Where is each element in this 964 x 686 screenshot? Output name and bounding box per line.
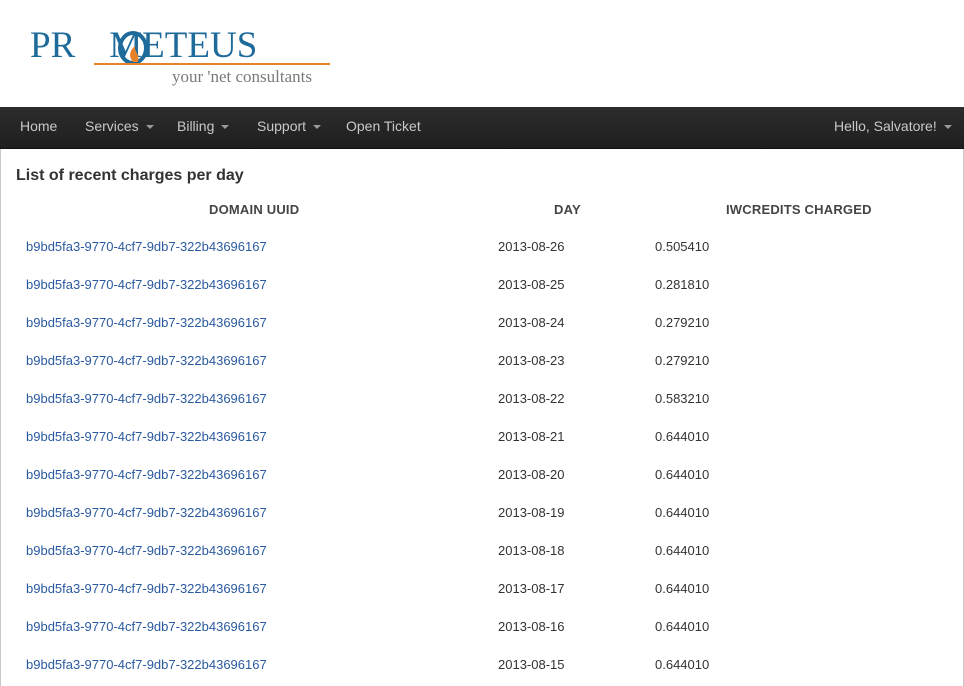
domain-uuid-link[interactable]: b9bd5fa3-9770-4cf7-9db7-322b43696167 [26,239,267,254]
user-greeting: Hello, Salvatore! [834,118,937,134]
site-header: PR METEUS your 'net consultants [0,0,964,107]
column-header-day: Day [554,202,581,217]
domain-uuid-link[interactable]: b9bd5fa3-9770-4cf7-9db7-322b43696167 [26,657,267,672]
main-navbar: Home Services Billing Support Open Ticke… [0,107,964,149]
table-row: b9bd5fa3-9770-4cf7-9db7-322b43696167 2013… [16,380,946,418]
column-header-domain-uuid: Domain UUID [209,202,300,217]
day-cell: 2013-08-17 [498,581,565,596]
flame-o-icon [118,31,148,65]
table-row: b9bd5fa3-9770-4cf7-9db7-322b43696167 2013… [16,532,946,570]
credits-cell: 0.644010 [655,429,710,444]
day-cell: 2013-08-22 [498,391,565,406]
uuid-cell: b9bd5fa3-9770-4cf7-9db7-322b43696167 [26,570,267,608]
table-row: b9bd5fa3-9770-4cf7-9db7-322b43696167 2013… [16,456,946,494]
uuid-cell: b9bd5fa3-9770-4cf7-9db7-322b43696167 [26,646,267,684]
day-cell: 2013-08-18 [498,543,565,558]
page-title: List of recent charges per day [16,167,244,184]
logo-word-left: PR [30,25,76,66]
logo-underline [94,63,330,65]
caret-down-icon [943,125,952,130]
uuid-cell: b9bd5fa3-9770-4cf7-9db7-322b43696167 [26,304,267,342]
logo-tagline: your 'net consultants [172,67,312,86]
uuid-cell: b9bd5fa3-9770-4cf7-9db7-322b43696167 [26,608,267,646]
prometheus-logo[interactable]: PR METEUS your 'net consultants [30,22,340,92]
domain-uuid-link[interactable]: b9bd5fa3-9770-4cf7-9db7-322b43696167 [26,315,267,330]
table-row: b9bd5fa3-9770-4cf7-9db7-322b43696167 2013… [16,266,946,304]
day-cell: 2013-08-16 [498,619,565,634]
credits-cell: 0.644010 [655,543,710,558]
table-row: b9bd5fa3-9770-4cf7-9db7-322b43696167 2013… [16,304,946,342]
nav-item-label: Services [85,118,139,134]
day-cell: 2013-08-20 [498,467,565,482]
credits-cell: 0.644010 [655,505,710,520]
uuid-cell: b9bd5fa3-9770-4cf7-9db7-322b43696167 [26,342,267,380]
domain-uuid-link[interactable]: b9bd5fa3-9770-4cf7-9db7-322b43696167 [26,581,267,596]
table-row: b9bd5fa3-9770-4cf7-9db7-322b43696167 2013… [16,418,946,456]
nav-item-label: Billing [177,118,215,134]
domain-uuid-link[interactable]: b9bd5fa3-9770-4cf7-9db7-322b43696167 [26,353,267,368]
table-row: b9bd5fa3-9770-4cf7-9db7-322b43696167 2013… [16,570,946,608]
table-row: b9bd5fa3-9770-4cf7-9db7-322b43696167 2013… [16,228,946,266]
uuid-cell: b9bd5fa3-9770-4cf7-9db7-322b43696167 [26,456,267,494]
table-row: b9bd5fa3-9770-4cf7-9db7-322b43696167 2013… [16,646,946,684]
user-menu[interactable]: Hello, Salvatore! [834,107,952,148]
day-cell: 2013-08-21 [498,429,565,444]
uuid-cell: b9bd5fa3-9770-4cf7-9db7-322b43696167 [26,532,267,570]
domain-uuid-link[interactable]: b9bd5fa3-9770-4cf7-9db7-322b43696167 [26,619,267,634]
credits-cell: 0.279210 [655,353,710,368]
caret-down-icon [145,125,154,130]
credits-cell: 0.644010 [655,619,710,634]
uuid-cell: b9bd5fa3-9770-4cf7-9db7-322b43696167 [26,494,267,532]
nav-item-label: Support [257,118,307,134]
domain-uuid-link[interactable]: b9bd5fa3-9770-4cf7-9db7-322b43696167 [26,543,267,558]
domain-uuid-link[interactable]: b9bd5fa3-9770-4cf7-9db7-322b43696167 [26,467,267,482]
credits-cell: 0.583210 [655,391,710,406]
table-row: b9bd5fa3-9770-4cf7-9db7-322b43696167 2013… [16,342,946,380]
credits-cell: 0.279210 [655,315,710,330]
day-cell: 2013-08-19 [498,505,565,520]
column-header-iwcredits-charged: IWCredits Charged [726,202,872,217]
nav-item-services[interactable]: Services [85,107,154,148]
nav-item-support[interactable]: Support [257,107,322,148]
domain-uuid-link[interactable]: b9bd5fa3-9770-4cf7-9db7-322b43696167 [26,277,267,292]
nav-item-billing[interactable]: Billing [177,107,230,148]
credits-cell: 0.505410 [655,239,710,254]
credits-cell: 0.644010 [655,657,710,672]
day-cell: 2013-08-25 [498,277,565,292]
nav-item-label: Home [20,118,58,134]
domain-uuid-link[interactable]: b9bd5fa3-9770-4cf7-9db7-322b43696167 [26,429,267,444]
caret-down-icon [221,125,230,130]
credits-cell: 0.644010 [655,581,710,596]
day-cell: 2013-08-26 [498,239,565,254]
uuid-cell: b9bd5fa3-9770-4cf7-9db7-322b43696167 [26,228,267,266]
day-cell: 2013-08-24 [498,315,565,330]
domain-uuid-link[interactable]: b9bd5fa3-9770-4cf7-9db7-322b43696167 [26,505,267,520]
caret-down-icon [313,125,322,130]
day-cell: 2013-08-15 [498,657,565,672]
uuid-cell: b9bd5fa3-9770-4cf7-9db7-322b43696167 [26,266,267,304]
uuid-cell: b9bd5fa3-9770-4cf7-9db7-322b43696167 [26,380,267,418]
nav-item-open-ticket[interactable]: Open Ticket [346,107,421,148]
nav-item-label: Open Ticket [346,118,421,134]
credits-cell: 0.644010 [655,467,710,482]
credits-cell: 0.281810 [655,277,710,292]
table-row: b9bd5fa3-9770-4cf7-9db7-322b43696167 2013… [16,608,946,646]
day-cell: 2013-08-23 [498,353,565,368]
uuid-cell: b9bd5fa3-9770-4cf7-9db7-322b43696167 [26,418,267,456]
table-row: b9bd5fa3-9770-4cf7-9db7-322b43696167 2013… [16,494,946,532]
domain-uuid-link[interactable]: b9bd5fa3-9770-4cf7-9db7-322b43696167 [26,391,267,406]
nav-item-home[interactable]: Home [20,107,57,148]
